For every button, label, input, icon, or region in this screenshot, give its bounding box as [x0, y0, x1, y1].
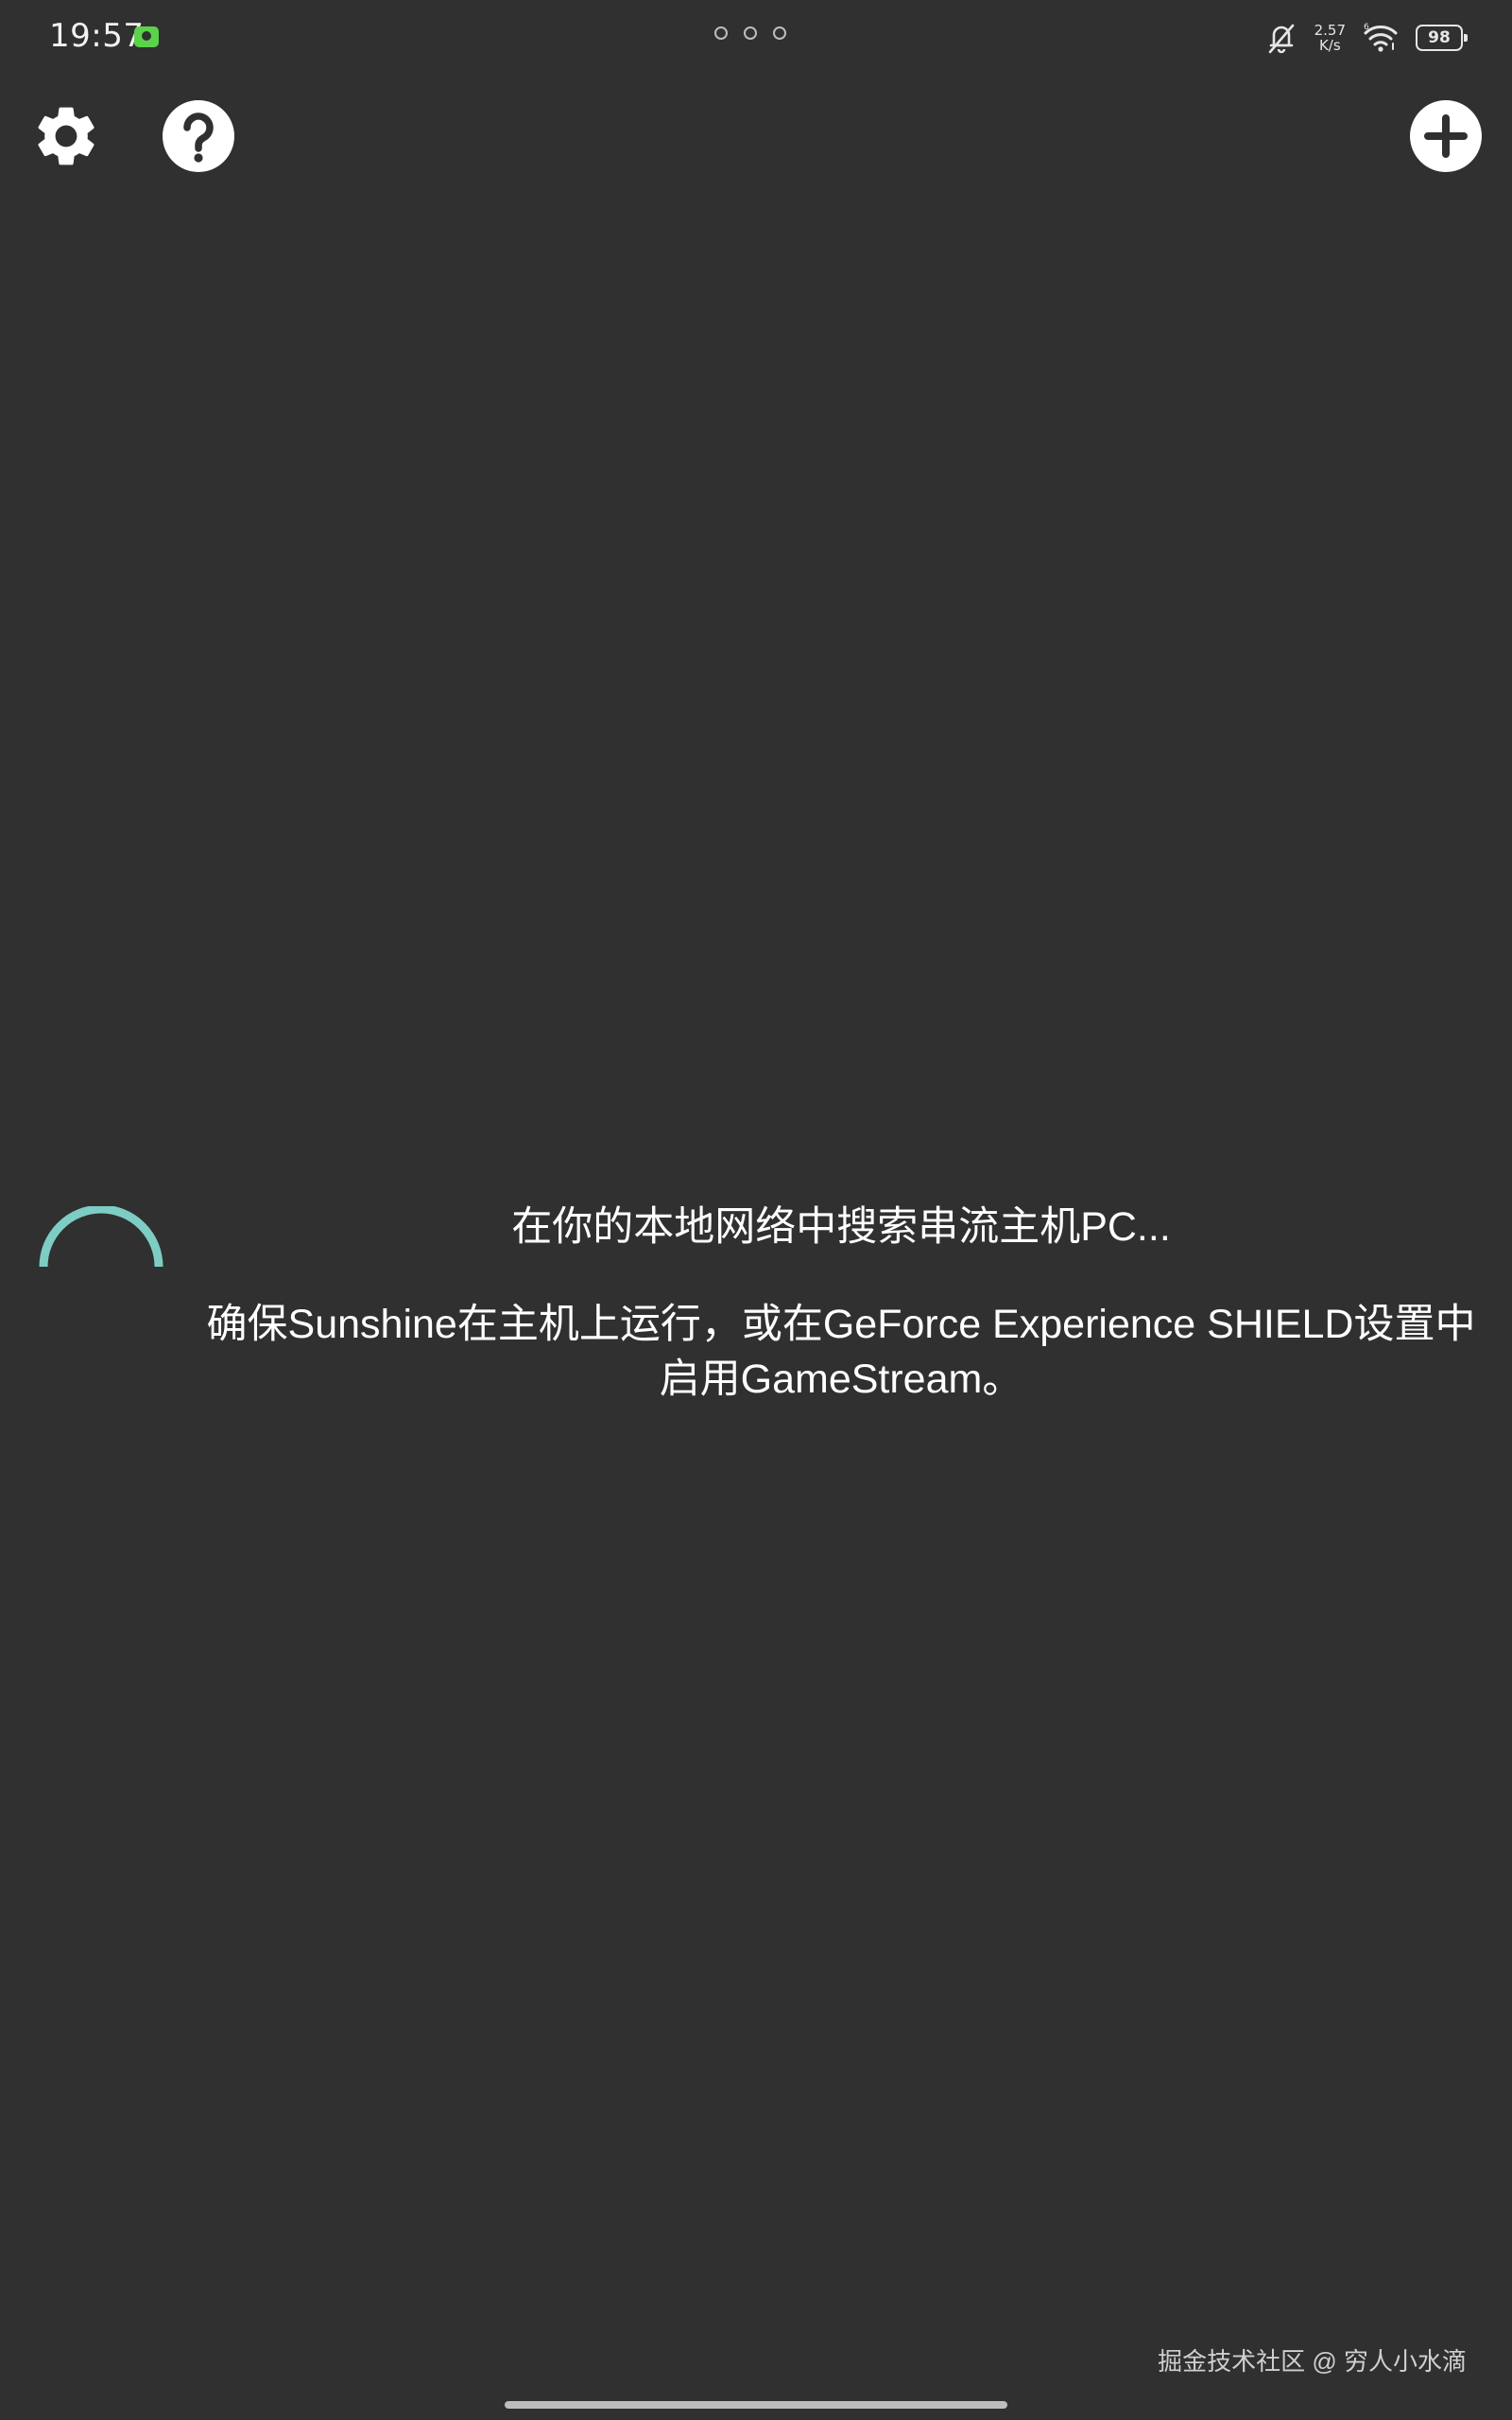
discovery-hint: 确保Sunshine在主机上运行，或在GeForce Experience SH…	[206, 1302, 1476, 1402]
wifi-icon: 6	[1364, 23, 1398, 52]
status-bar: 19:57 2.57 K/s 6 98	[0, 0, 1512, 76]
discovery-message: 在你的本地网络中搜索串流主机PC... 确保Sunshine在主机上运行，或在G…	[198, 1193, 1484, 1407]
status-time: 19:57	[49, 17, 145, 55]
app-screen: 19:57 2.57 K/s 6 98 在你的本地网络中搜索串流主机PC... …	[0, 0, 1512, 2420]
silent-bell-icon	[1268, 24, 1294, 54]
add-circle-icon	[1410, 100, 1482, 172]
watermark: 掘金技术社区 @ 穷人小水滴	[1158, 2347, 1467, 2376]
loading-spinner-icon	[39, 1206, 163, 1268]
battery-icon: 98	[1416, 25, 1468, 51]
add-host-button[interactable]	[1408, 98, 1484, 174]
network-speed-value: 2.57	[1314, 22, 1346, 39]
svg-text:6: 6	[1364, 23, 1369, 32]
network-speed: 2.57 K/s	[1314, 23, 1346, 53]
app-notification-icon	[134, 26, 159, 47]
battery-level: 98	[1428, 28, 1451, 47]
network-speed-unit: K/s	[1318, 37, 1341, 54]
gear-icon	[38, 107, 94, 165]
page-dots-icon	[714, 26, 786, 40]
home-indicator[interactable]	[505, 2401, 1007, 2409]
status-indicators: 2.57 K/s 6 98	[1265, 17, 1468, 59]
settings-button[interactable]	[28, 98, 104, 174]
help-circle-icon	[163, 100, 234, 172]
help-button[interactable]	[161, 98, 236, 174]
discovery-title: 在你的本地网络中搜索串流主机PC...	[511, 1204, 1171, 1250]
